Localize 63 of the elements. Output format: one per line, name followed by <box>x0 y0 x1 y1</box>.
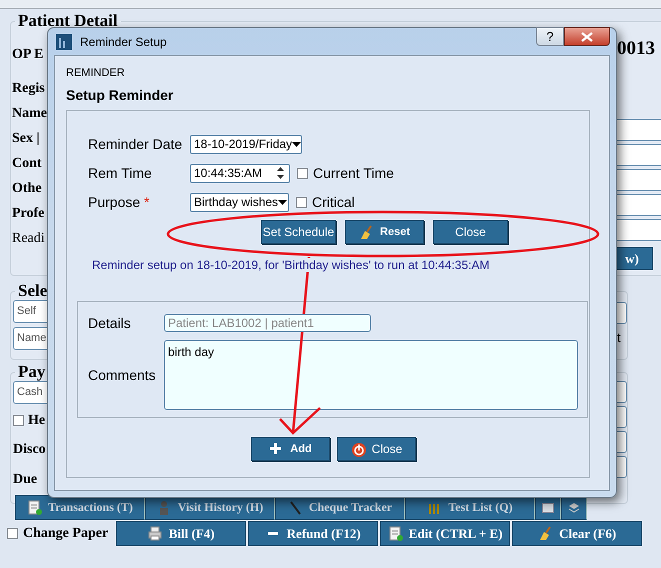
window-title: Reminder Setup <box>80 34 167 48</box>
printer-icon <box>148 526 163 541</box>
help-button[interactable]: ? <box>536 27 564 46</box>
field-label: Regis <box>12 80 46 98</box>
action-button[interactable]: Set Schedule <box>261 220 336 244</box>
section-heading: Setup Reminder <box>66 87 174 103</box>
tab[interactable]: Transactions (T) <box>15 495 145 520</box>
field-label: Purpose * <box>88 194 150 210</box>
field-label: Readi <box>12 230 46 248</box>
checkbox-label: Change Paper <box>23 526 108 542</box>
action-button[interactable]: Bill (F4) <box>116 521 246 546</box>
field-label: Reminder Date <box>88 136 184 152</box>
close-icon <box>581 32 593 42</box>
section-title: Sele <box>17 282 48 300</box>
action-button[interactable]: Refund (F12) <box>248 521 378 546</box>
section-title: Patient Detail <box>17 12 119 30</box>
action-button[interactable]: Close <box>337 437 416 461</box>
field-label: t <box>616 330 622 345</box>
pen-icon <box>288 500 303 515</box>
field-label: Comments <box>88 367 157 383</box>
field-label: Name <box>12 105 47 123</box>
dropdown[interactable]: 18-10-2019/Friday <box>190 134 302 154</box>
action-button[interactable]: Edit (CTRL + E) <box>380 521 510 546</box>
comments-field[interactable]: birth day <box>164 340 578 410</box>
app-icon <box>56 34 72 50</box>
stack-icon <box>568 502 580 512</box>
checkbox-label: Critical <box>312 194 355 210</box>
field-label: Due <box>13 471 38 489</box>
power-icon <box>350 442 366 456</box>
field-label: Details <box>88 315 132 331</box>
broom-icon <box>359 224 374 240</box>
checkbox[interactable] <box>7 528 18 539</box>
document-icon <box>27 500 42 515</box>
action-button[interactable]: Reset <box>345 220 424 244</box>
patient-number: 0013 <box>617 38 656 60</box>
checkbox[interactable] <box>297 168 308 178</box>
field-label: OP E <box>12 46 45 64</box>
field-label: Othe <box>12 180 43 198</box>
time-spinner[interactable]: 10:44:35:AM <box>190 164 290 182</box>
field-label: Profe <box>12 205 46 223</box>
section-label: REMINDER <box>66 67 126 79</box>
section-title: Pay <box>17 363 46 381</box>
action-button[interactable]: Clear (F6) <box>512 521 642 546</box>
spinner-arrows-icon <box>276 166 285 180</box>
dropdown[interactable]: Birthday wishes <box>190 192 289 212</box>
checkbox[interactable] <box>13 415 24 426</box>
action-button[interactable]: Close <box>433 220 508 244</box>
checkbox-label: He <box>28 412 46 430</box>
field-label: Sex | <box>12 130 41 148</box>
caret-icon <box>292 142 302 146</box>
field-label: Disco <box>13 441 47 459</box>
caret-icon <box>278 200 288 204</box>
window-icon <box>542 502 554 512</box>
action-button[interactable]: Add <box>251 437 330 461</box>
status-message: Reminder setup on 18-10-2019, for 'Birthday wishes' to run at 10:44:35:AM <box>92 258 490 272</box>
field-label: Rem Time <box>88 165 153 181</box>
checkbox[interactable] <box>296 196 307 208</box>
input-field[interactable]: Patient: LAB1002 | patient1 <box>164 314 371 332</box>
field-label: Cont <box>12 155 43 173</box>
checkbox-label: Current Time <box>313 165 394 181</box>
broom-icon <box>538 526 554 541</box>
close-button[interactable] <box>564 27 610 46</box>
document-icon <box>388 526 403 541</box>
